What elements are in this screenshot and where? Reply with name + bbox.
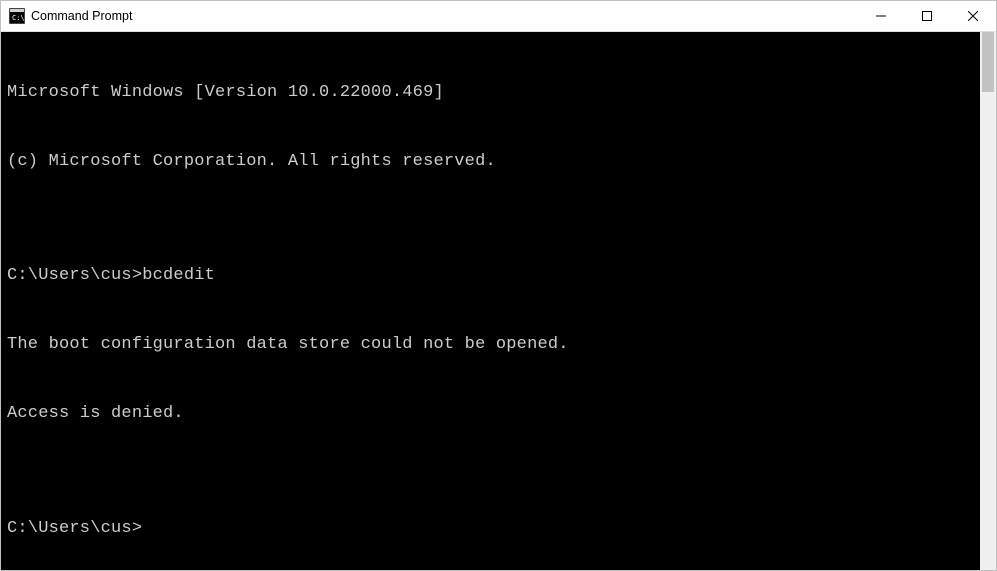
vertical-scrollbar[interactable]	[980, 32, 996, 570]
close-button[interactable]	[950, 1, 996, 31]
maximize-button[interactable]	[904, 1, 950, 31]
terminal-line: C:\Users\cus>bcdedit	[7, 265, 976, 288]
terminal-output[interactable]: Microsoft Windows [Version 10.0.22000.46…	[1, 32, 980, 570]
cmd-prompt-icon: C:\	[9, 8, 25, 24]
terminal-content-wrap: Microsoft Windows [Version 10.0.22000.46…	[1, 32, 996, 570]
terminal-line: (c) Microsoft Corporation. All rights re…	[7, 151, 976, 174]
window-title: Command Prompt	[31, 9, 132, 23]
window-controls	[858, 1, 996, 31]
svg-text:C:\: C:\	[12, 14, 25, 22]
titlebar[interactable]: C:\ Command Prompt	[1, 1, 996, 32]
minimize-button[interactable]	[858, 1, 904, 31]
command-prompt-window: C:\ Command Prompt	[0, 0, 997, 571]
maximize-icon	[922, 11, 932, 21]
close-icon	[968, 11, 978, 21]
scrollbar-thumb[interactable]	[982, 32, 994, 92]
terminal-line: The boot configuration data store could …	[7, 334, 976, 357]
minimize-icon	[876, 11, 886, 21]
terminal-line: Microsoft Windows [Version 10.0.22000.46…	[7, 82, 976, 105]
terminal-line: Access is denied.	[7, 403, 976, 426]
terminal-line: C:\Users\cus>	[7, 518, 976, 541]
